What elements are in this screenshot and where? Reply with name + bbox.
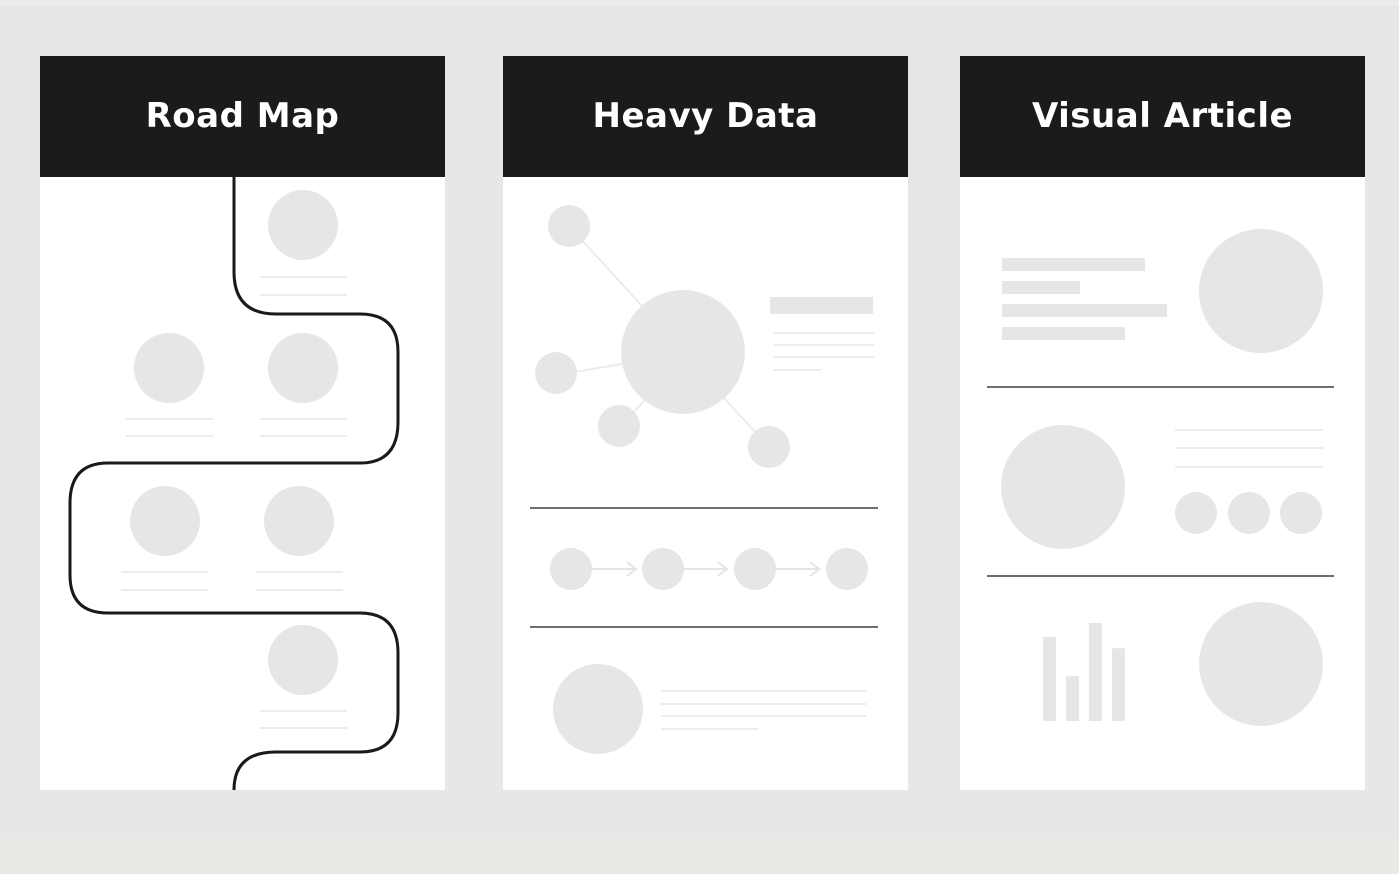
mini-bar (1112, 648, 1125, 721)
text-bar-placeholder (1002, 327, 1125, 340)
network-graph (535, 205, 790, 468)
heavy-data-card: Heavy Data (503, 56, 908, 790)
milestone-line (121, 571, 208, 573)
milestone-line (256, 589, 343, 591)
milestone-1 (260, 190, 347, 296)
visual-article-title: Visual Article (1031, 95, 1294, 136)
milestone-circle (268, 333, 338, 403)
flow-step (642, 548, 684, 590)
text-line-placeholder (661, 715, 866, 717)
text-heading-placeholder (770, 297, 873, 314)
winding-road-path (68, 177, 400, 790)
thumbnail-circle (1280, 492, 1322, 534)
network-node (535, 352, 577, 394)
milestone-line (260, 276, 347, 278)
text-line-placeholder (774, 369, 821, 371)
text-line-placeholder (1175, 429, 1323, 431)
network-node (748, 426, 790, 468)
text-bar-placeholder (1002, 258, 1145, 271)
section-divider (530, 507, 878, 509)
milestone-5 (256, 486, 343, 591)
milestone-circle (268, 190, 338, 260)
network-text-block (770, 297, 874, 371)
text-line-placeholder (661, 703, 866, 705)
milestone-line (260, 294, 347, 296)
road-map-illustration (40, 177, 445, 790)
network-node (548, 205, 590, 247)
heavy-data-card-header: Heavy Data (503, 56, 908, 177)
heavy-data-illustration (503, 177, 908, 790)
heavy-data-title: Heavy Data (592, 95, 819, 136)
flow-step (550, 548, 592, 590)
road-map-svg (68, 177, 400, 790)
milestone-line (126, 435, 213, 437)
mini-bar (1089, 623, 1102, 721)
intro-text-block (1002, 258, 1167, 340)
page-bottom-strip (0, 838, 1399, 874)
milestone-line (121, 589, 208, 591)
milestone-circle (130, 486, 200, 556)
page-top-strip (0, 0, 1399, 6)
text-line-placeholder (774, 356, 874, 358)
thumbnail-circle (1175, 492, 1217, 534)
summary-block (553, 664, 866, 754)
arrow-right-icon (684, 561, 729, 577)
network-hub-node (621, 290, 745, 414)
milestone-line (260, 435, 347, 437)
hero-image-circle (1199, 229, 1323, 353)
mini-bar-chart (1043, 623, 1125, 721)
text-line-placeholder (661, 728, 758, 730)
milestone-2 (126, 333, 213, 437)
milestone-circle (268, 625, 338, 695)
milestone-line (260, 418, 347, 420)
milestone-line (126, 418, 213, 420)
section-divider (987, 575, 1334, 577)
feature-image-circle (1001, 425, 1125, 549)
text-line-placeholder (1175, 447, 1323, 449)
thumbnail-circle (1228, 492, 1270, 534)
milestone-line (256, 571, 343, 573)
network-node (598, 405, 640, 447)
mini-bar (1066, 676, 1079, 721)
process-flow (550, 548, 868, 590)
text-line-placeholder (774, 344, 874, 346)
text-line-placeholder (661, 690, 866, 692)
flow-step (826, 548, 868, 590)
text-bar-placeholder (1002, 281, 1080, 294)
visual-article-card: Visual Article (960, 56, 1365, 790)
visual-article-card-header: Visual Article (960, 56, 1365, 177)
network-edge (573, 362, 629, 373)
mini-bar (1043, 637, 1056, 721)
milestone-circle (134, 333, 204, 403)
milestone-circle (264, 486, 334, 556)
text-line-placeholder (1175, 466, 1323, 468)
milestone-6 (260, 625, 347, 729)
section-divider (530, 626, 878, 628)
arrow-right-icon (776, 561, 821, 577)
closing-image-circle (1199, 602, 1323, 726)
section-divider (987, 386, 1334, 388)
visual-article-illustration (960, 177, 1365, 790)
heavy-data-svg (530, 205, 878, 754)
thumbnail-row (1175, 492, 1322, 534)
milestone-line (260, 710, 347, 712)
arrow-right-icon (592, 561, 638, 577)
milestone-3 (260, 333, 347, 437)
road-map-card-header: Road Map (40, 56, 445, 177)
road-map-card: Road Map (40, 56, 445, 790)
summary-circle (553, 664, 643, 754)
feature-text-lines (1175, 429, 1323, 468)
text-line-placeholder (774, 332, 874, 334)
milestone-4 (121, 486, 208, 591)
road-map-title: Road Map (145, 95, 340, 136)
milestone-line (260, 727, 347, 729)
text-bar-placeholder (1002, 304, 1167, 317)
flow-step (734, 548, 776, 590)
visual-article-svg (987, 229, 1334, 726)
